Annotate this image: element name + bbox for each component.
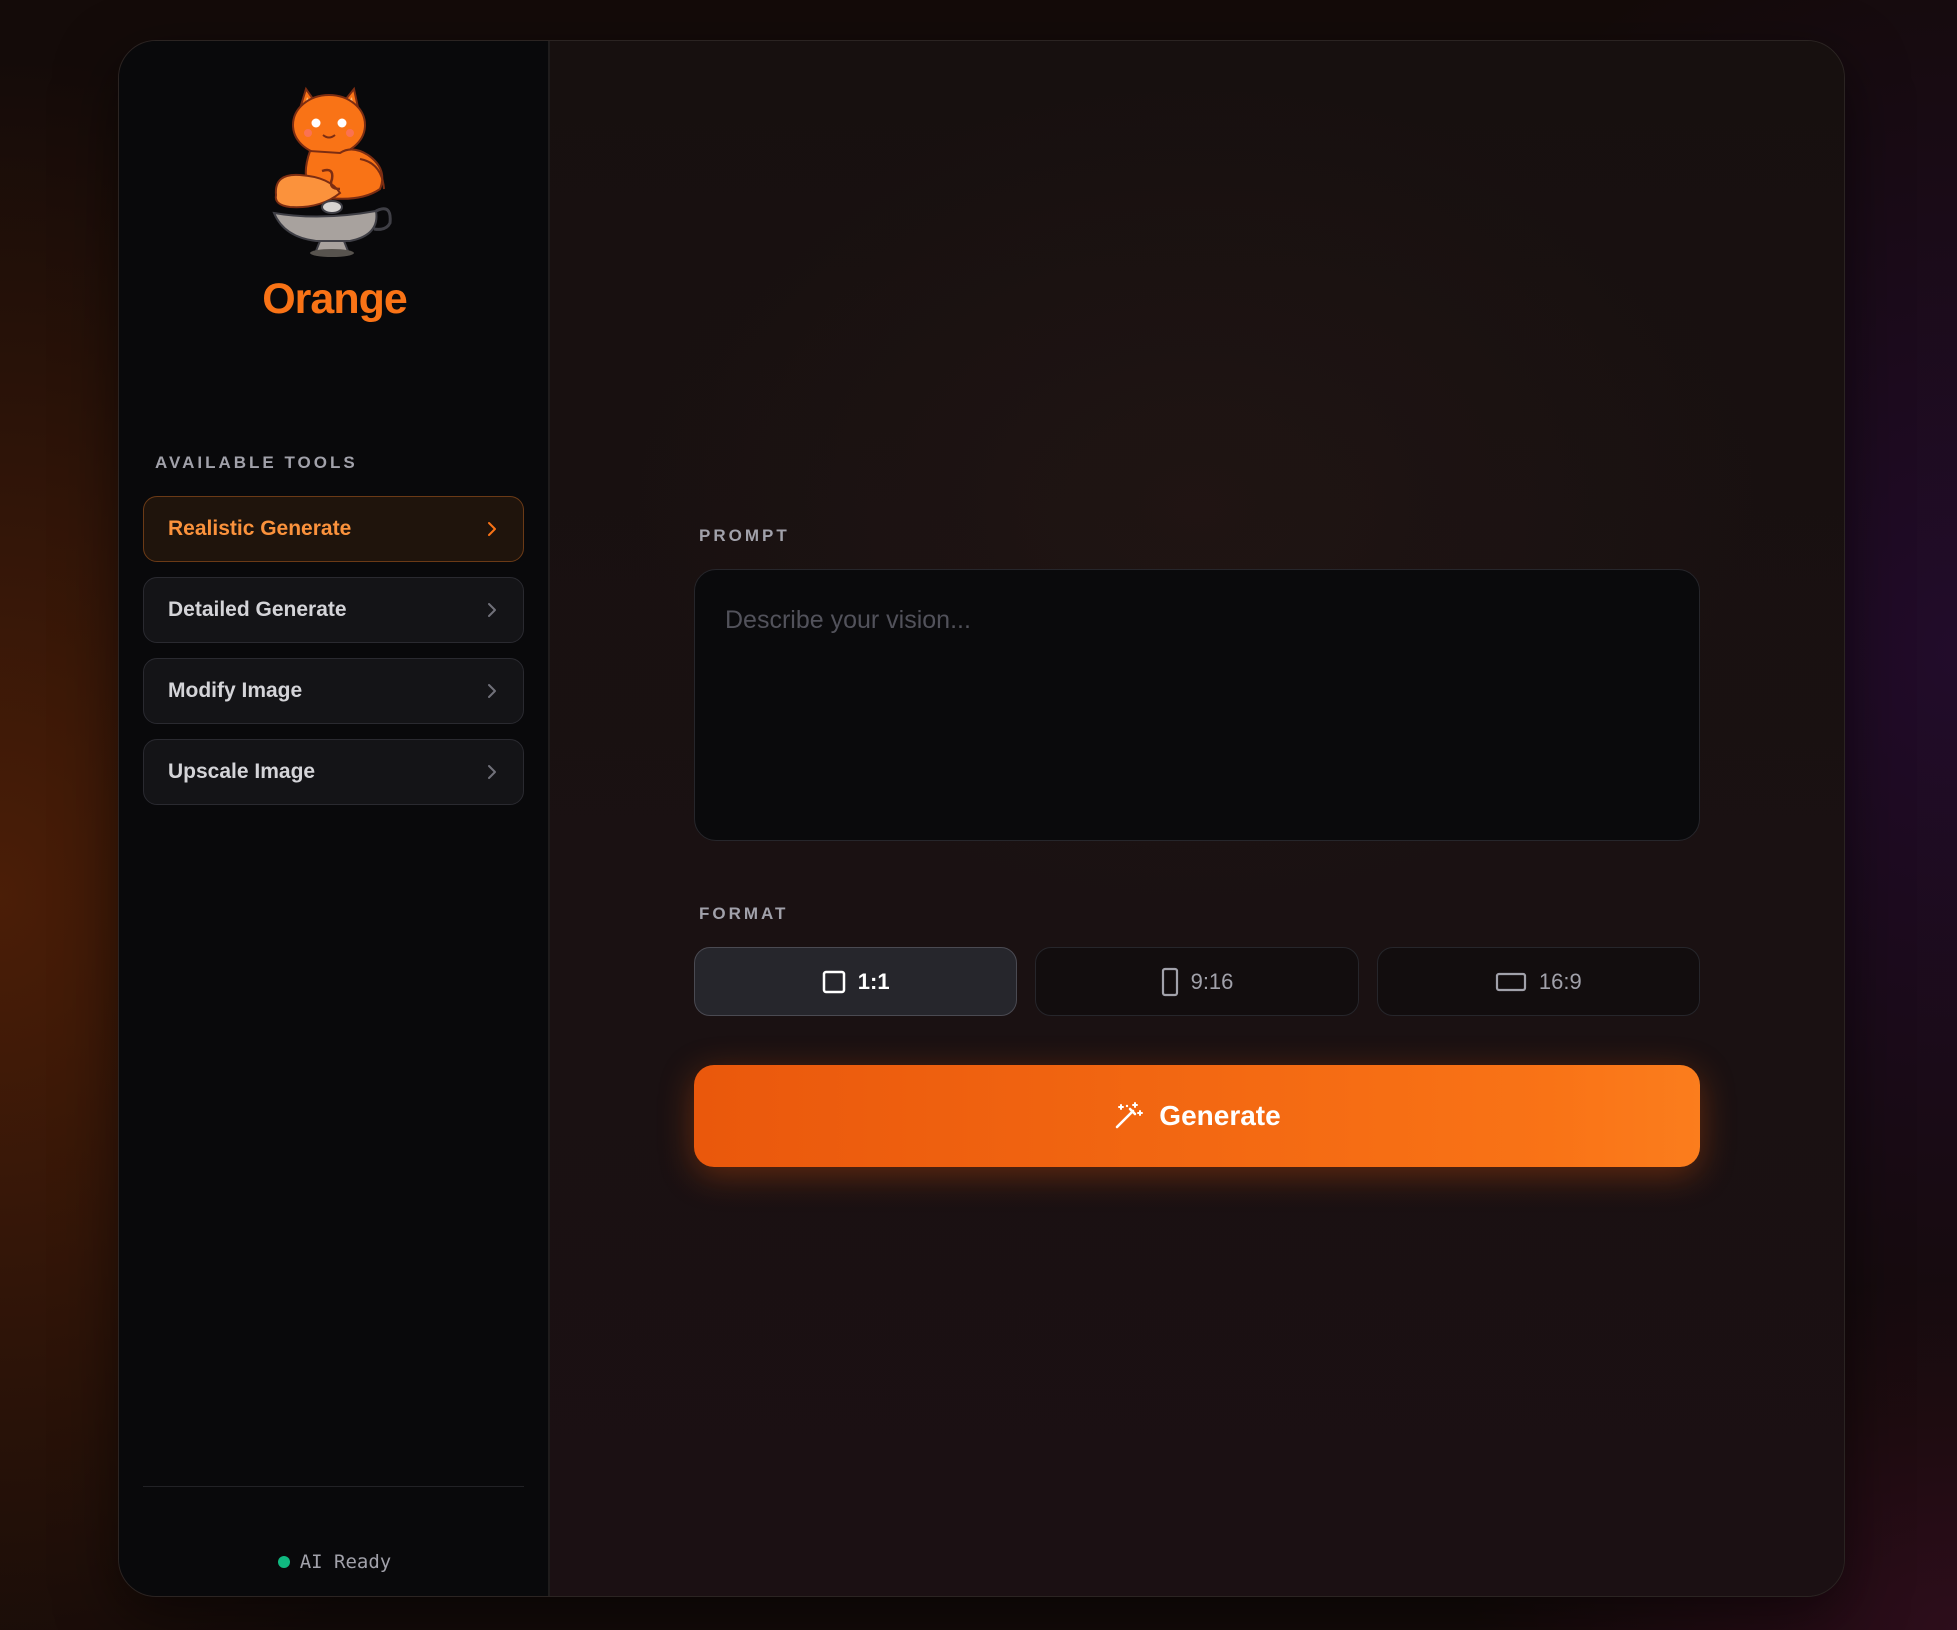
format-label: FORMAT: [699, 904, 789, 923]
chevron-right-icon: [488, 765, 496, 779]
format-option-1-1[interactable]: 1:1: [694, 947, 1018, 1016]
magic-wand-icon: [1115, 1102, 1144, 1129]
chevron-right-icon: [488, 603, 496, 617]
sidebar-item-label: Detailed Generate: [168, 598, 347, 621]
chevron-right-icon: [488, 522, 496, 536]
chevron-right-icon: [488, 684, 496, 698]
logo-area: Orange: [119, 85, 550, 324]
format-option-label: 16:9: [1538, 968, 1582, 994]
landscape-icon: [1495, 972, 1527, 991]
orange-cat-genie-lamp-logo-icon: [271, 86, 392, 257]
portrait-icon: [1161, 967, 1178, 996]
format-option-16-9[interactable]: 16:9: [1376, 947, 1700, 1016]
sidebar-item-upscale-image[interactable]: Upscale Image: [143, 739, 524, 805]
generate-button[interactable]: Generate: [694, 1065, 1700, 1167]
sidebar-item-label: Realistic Generate: [168, 517, 352, 540]
prompt-label: PROMPT: [699, 526, 790, 545]
brand-name: Orange: [262, 275, 408, 323]
sidebar-item-label: Upscale Image: [168, 760, 316, 783]
format-option-label: 9:16: [1190, 968, 1234, 994]
sidebar-item-detailed-generate[interactable]: Detailed Generate: [143, 577, 524, 643]
tools-list: Realistic Generate Detailed Generate Mod…: [143, 496, 524, 820]
prompt-field: [694, 569, 1700, 841]
sidebar-divider: [143, 1486, 524, 1487]
sidebar-item-realistic-generate[interactable]: Realistic Generate: [143, 496, 524, 562]
format-option-9-16[interactable]: 9:16: [1035, 947, 1359, 1016]
status-text: AI Ready: [299, 1551, 392, 1573]
generate-button-label: Generate: [1159, 1100, 1281, 1131]
prompt-input[interactable]: [695, 570, 1699, 840]
format-option-label: 1:1: [857, 968, 890, 994]
status-dot-icon: [277, 1556, 290, 1568]
format-selector: 1:1 9:16 16:9: [694, 947, 1700, 1016]
sidebar-item-label: Modify Image: [168, 679, 303, 702]
square-icon: [822, 970, 846, 993]
status-indicator: AI Ready: [119, 1551, 550, 1573]
sidebar: Orange AVAILABLE TOOLS Realistic Generat…: [119, 41, 550, 1596]
tools-section-label: AVAILABLE TOOLS: [155, 453, 358, 472]
sidebar-item-modify-image[interactable]: Modify Image: [143, 658, 524, 724]
